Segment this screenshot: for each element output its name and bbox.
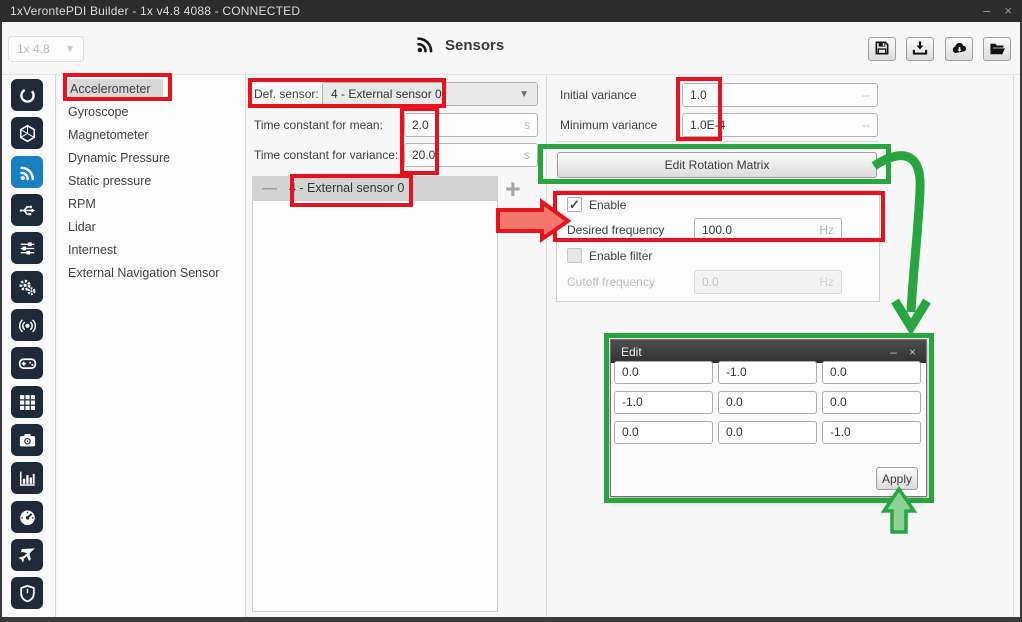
time-variance-label: Time constant for variance: [254,148,398,162]
annotation-red-box-time-constants [400,107,439,175]
chevron-down-icon: ▼ [519,89,529,100]
download-icon [912,40,928,59]
minimum-variance-label: Minimum variance [560,118,657,132]
cutoff-frequency-row: Cutoff frequency 0.0 Hz [567,270,842,294]
unit-label: s [524,148,530,162]
close-icon[interactable]: × [1004,0,1012,22]
annotation-green-box-dialog [604,333,934,503]
unit-label: -- [862,118,870,132]
cutoff-frequency-input: 0.0 Hz [694,270,842,294]
page-header: Sensors [414,34,504,57]
nav-gamepad-icon[interactable] [11,347,43,379]
annotation-red-box-enable-frequency [553,191,885,242]
panel-edge [1013,75,1014,617]
sensor-tab-dynamic-pressure[interactable]: Dynamic Pressure [60,147,244,170]
nav-sensors-icon[interactable] [11,156,43,188]
page-title: Sensors [445,37,504,54]
sensor-tab-external-navigation-sensor[interactable]: External Navigation Sensor [60,262,244,285]
app-window: 1xVerontePDI Builder - 1x v4.8 4088 - CO… [0,0,1022,622]
version-selector[interactable]: 1x 4.8 ▼ [8,36,84,62]
add-icon[interactable]: + [505,174,521,205]
nav-hexagon-mesh-icon[interactable] [11,117,43,149]
titlebar: 1xVerontePDI Builder - 1x v4.8 4088 - CO… [0,0,1022,22]
version-selector-value: 1x 4.8 [17,42,50,56]
unit-label: -- [862,88,870,102]
sensor-tab-internest[interactable]: Internest [60,239,244,262]
nav-power-icon[interactable] [11,79,43,111]
sensor-list-body [252,200,498,612]
annotation-red-box-variances [676,77,722,141]
remove-icon[interactable]: — [252,180,289,197]
time-mean-row: Time constant for mean: 2.0 s [254,113,538,137]
nav-camera-icon[interactable] [11,424,43,456]
window-title: 1xVerontePDI Builder - 1x v4.8 4088 - CO… [10,4,969,18]
nav-grid-icon[interactable] [11,386,43,418]
annotation-red-box-def-sensor [248,78,446,108]
unit-label: s [524,118,530,132]
nav-sliders-icon[interactable] [11,232,43,264]
annotation-red-box-list-item [290,174,413,207]
sensor-tab-gyroscope[interactable]: Gyroscope [60,101,244,124]
time-variance-row: Time constant for variance: 20.0 s [254,143,538,167]
nav-podcast-icon[interactable] [11,309,43,341]
enable-filter-label: Enable filter [589,249,652,263]
annotation-red-box-accelerometer [63,73,172,101]
enable-filter-checkbox[interactable] [567,248,582,263]
chevron-down-icon: ▼ [65,44,75,55]
open-folder-icon [989,40,1006,59]
nav-bar-chart-icon[interactable] [11,462,43,494]
rss-icon [414,34,436,57]
minimize-icon[interactable]: – [983,0,990,22]
unit-label: Hz [819,275,834,289]
nav-plane-icon[interactable] [11,539,43,571]
initial-variance-label: Initial variance [560,88,637,102]
sensor-tab-static-pressure[interactable]: Static pressure [60,170,244,193]
nav-shield-icon[interactable] [11,577,43,609]
sensor-tab-lidar[interactable]: Lidar [60,216,244,239]
download-button[interactable] [906,37,934,61]
nav-usb-icon[interactable] [11,194,43,226]
enable-filter-row: Enable filter [567,248,652,263]
sensor-tab-magnetometer[interactable]: Magnetometer [60,124,244,147]
cloud-download-button[interactable] [945,37,973,61]
nav-gears-icon[interactable] [11,271,43,303]
nav-gauge-icon[interactable] [11,501,43,533]
save-button[interactable] [868,37,896,61]
save-icon [874,40,890,59]
open-folder-button[interactable] [983,37,1011,61]
cutoff-frequency-label: Cutoff frequency [567,275,655,289]
sensor-tab-rpm[interactable]: RPM [60,193,244,216]
time-mean-label: Time constant for mean: [254,118,383,132]
section-divider [556,141,878,142]
annotation-green-box-edit-rotation [538,144,891,184]
cloud-download-icon [951,40,968,59]
